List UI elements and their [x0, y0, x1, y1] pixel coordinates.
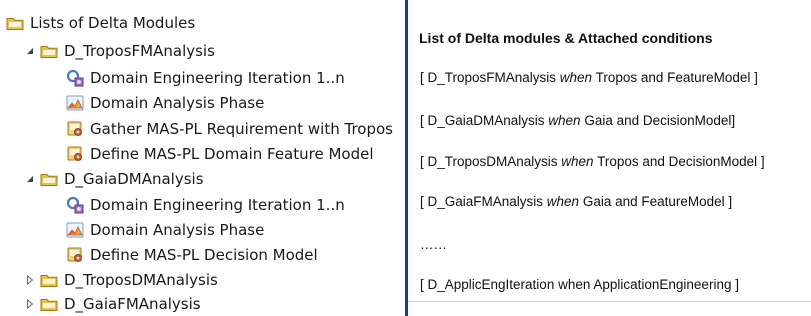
tree-item-d-troposfmanalysis[interactable]: D_TroposFMAnalysis — [24, 40, 215, 62]
tree-item-label: Domain Engineering Iteration 1..n — [90, 196, 345, 214]
condition-line: [ D_ApplicEngIteration when ApplicationE… — [420, 277, 739, 292]
tree-item-d-gaiafmanalysis[interactable]: D_GaiaFMAnalysis — [24, 293, 201, 315]
task-icon — [66, 246, 84, 264]
tree-item-domain-analysis-phase[interactable]: Domain Analysis Phase — [66, 219, 264, 241]
task-icon — [66, 120, 84, 138]
tree-item-domain-engineering-iteration[interactable]: Domain Engineering Iteration 1..n — [66, 194, 345, 216]
tree-item-domain-analysis-phase[interactable]: Domain Analysis Phase — [66, 92, 264, 114]
delta-module-tree: Lists of Delta Modules D_TroposFMAnalysi… — [0, 0, 405, 316]
tree-root-item[interactable]: Lists of Delta Modules — [6, 14, 195, 32]
tree-item-label: D_GaiaFMAnalysis — [64, 295, 201, 313]
folder-icon — [40, 271, 58, 289]
tree-item-label: Gather MAS-PL Requirement with Tropos — [90, 120, 393, 138]
tree-item-label: D_TroposDMAnalysis — [64, 271, 218, 289]
condition-line: [ D_TroposDMAnalysis when Tropos and Dec… — [420, 154, 765, 169]
tree-item-domain-engineering-iteration[interactable]: Domain Engineering Iteration 1..n — [66, 67, 345, 89]
ellipsis-line: …… — [420, 237, 447, 252]
task-icon — [66, 145, 84, 163]
condition-line: [ D_GaiaFMAnalysis when Gaia and Feature… — [420, 194, 733, 209]
tree-item-label: D_TroposFMAnalysis — [64, 42, 215, 60]
tree-item-d-troposdmanalysis[interactable]: D_TroposDMAnalysis — [24, 269, 218, 291]
panel-title: List of Delta modules & Attached conditi… — [419, 30, 713, 46]
folder-icon — [40, 42, 58, 60]
tree-item-label: Define MAS-PL Domain Feature Model — [90, 145, 374, 163]
tree-expanded-toggle[interactable] — [24, 168, 36, 190]
tree-item-d-gaiadmanalysis[interactable]: D_GaiaDMAnalysis — [24, 168, 204, 190]
phase-icon — [66, 221, 84, 239]
tree-item-label: Lists of Delta Modules — [30, 14, 196, 32]
tree-item-define-decision-model[interactable]: Define MAS-PL Decision Model — [66, 244, 318, 266]
condition-line: [ D_TroposFMAnalysis when Tropos and Fea… — [420, 70, 758, 85]
tree-item-label: Domain Engineering Iteration 1..n — [90, 69, 345, 87]
panel-bottom-border — [408, 301, 811, 302]
tree-item-label: D_GaiaDMAnalysis — [64, 170, 204, 188]
conditions-panel: List of Delta modules & Attached conditi… — [408, 0, 811, 316]
tree-collapsed-toggle[interactable] — [24, 269, 36, 291]
iteration-icon — [66, 69, 84, 87]
phase-icon — [66, 94, 84, 112]
tree-expanded-toggle[interactable] — [24, 40, 36, 62]
iteration-icon — [66, 196, 84, 214]
condition-line: [ D_GaiaDMAnalysis when Gaia and Decisio… — [420, 113, 736, 128]
tree-item-label: Domain Analysis Phase — [90, 221, 265, 239]
tree-item-define-domain-feature-model[interactable]: Define MAS-PL Domain Feature Model — [66, 143, 374, 165]
tree-collapsed-toggle[interactable] — [24, 293, 36, 315]
tree-item-label: Domain Analysis Phase — [90, 94, 265, 112]
tree-item-label: Define MAS-PL Decision Model — [90, 246, 318, 264]
folder-icon — [40, 295, 58, 313]
tree-item-gather-requirement[interactable]: Gather MAS-PL Requirement with Tropos — [66, 118, 393, 140]
folder-icon — [6, 14, 24, 32]
folder-icon — [40, 170, 58, 188]
